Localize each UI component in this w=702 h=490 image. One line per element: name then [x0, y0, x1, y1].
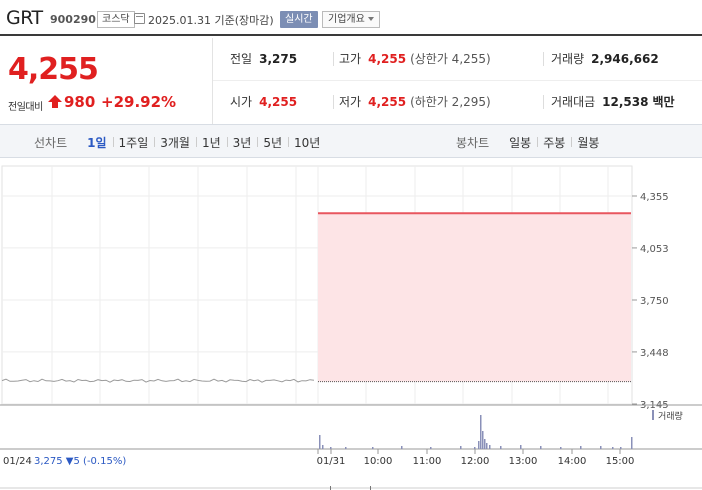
y-tick-label-2: 3,750: [640, 296, 669, 307]
volume-bar-22: [620, 447, 622, 449]
volume-bar-19: [580, 446, 582, 449]
market-badge: 코스닥: [97, 11, 135, 28]
price-up-icon: [48, 95, 62, 108]
volume-bar-16: [520, 445, 522, 449]
prev-day-line: [1, 378, 315, 383]
tab-line-period-3[interactable]: 1년: [195, 134, 227, 151]
volume-bar-7: [460, 446, 462, 449]
volume-bar-18: [560, 447, 562, 449]
tab-candle-period-1[interactable]: 주봉: [537, 134, 571, 151]
x-tick-label-3: 12:00: [461, 456, 490, 467]
volume-bar-4: [372, 447, 374, 449]
tab-line-period-6[interactable]: 10년: [288, 134, 326, 151]
tab-candle-period-2[interactable]: 월봉: [571, 134, 605, 151]
prev-day-date: 01/24: [3, 456, 32, 467]
y-tick-label-3: 3,448: [640, 348, 669, 359]
current-price: 4,255: [8, 52, 99, 87]
company-info-label: 기업개요: [328, 14, 365, 25]
x-tick-label-6: 15:00: [606, 456, 635, 467]
volume-legend-swatch: [652, 410, 654, 420]
company-info-dropdown[interactable]: 기업개요: [322, 11, 380, 28]
price-stats: 전일 3,275 고가 4,255 (상한가 4,255) 거래량 2,946,662 …: [212, 38, 702, 124]
tab-line-period-4[interactable]: 3년: [226, 134, 258, 151]
diff-label: 전일대비: [8, 102, 43, 113]
calendar-icon: [134, 13, 145, 24]
volume-bar-20: [600, 446, 602, 449]
scroll-marker-2: [370, 486, 371, 490]
stat-high: 고가 4,255 (상한가 4,255): [339, 52, 491, 66]
tab-line-period-1[interactable]: 1주일: [112, 134, 155, 151]
volume-bar-12: [484, 439, 486, 449]
volume-bar-8: [474, 447, 476, 449]
diff-percent: +29.92%: [101, 93, 177, 111]
stat-volume: 거래량 2,946,662: [551, 52, 659, 66]
volume-bar-1: [322, 445, 324, 449]
stat-open: 시가 4,255: [230, 95, 298, 109]
x-tick-label-4: 13:00: [509, 456, 538, 467]
stat-low: 저가 4,255 (하한가 2,295): [339, 95, 491, 109]
volume-bar-9: [478, 441, 480, 449]
volume-bar-17: [540, 446, 542, 449]
line-chart-title: 선차트: [34, 135, 68, 150]
tab-line-period-0[interactable]: 1일: [81, 134, 112, 151]
volume-bar-14: [489, 445, 491, 449]
candle-chart-title: 봉차트: [456, 135, 490, 150]
stock-code: 900290: [50, 13, 96, 26]
volume-bar-10: [480, 415, 482, 449]
intraday-chart: 4,355 4,053 3,750 3,448 3,145 거래량 01/31 10:00 11…: [0, 158, 702, 490]
today-area-fill: [318, 213, 631, 382]
volume-bar-23: [631, 437, 633, 449]
stock-name: GRT: [6, 7, 43, 29]
prev-close-caption: 3,275 ▼5 (-0.15%): [34, 456, 126, 467]
price-summary: 4,255 전일대비 980 +29.92%: [0, 38, 212, 124]
reference-date: 2025.01.31 기준(장마감): [148, 14, 274, 27]
volume-legend-label: 거래량: [658, 410, 683, 422]
price-chart-svg: 4,3554,0533,7503,4483,145거래량01/31 10:00 11…: [0, 165, 702, 490]
volume-bar-2: [330, 447, 332, 449]
volume-bar-6: [430, 447, 432, 449]
tab-line-period-2[interactable]: 3개월: [154, 134, 196, 151]
x-tick-label-1: 10:00: [364, 456, 393, 467]
volume-bar-15: [500, 446, 502, 449]
x-tick-label-0: 01/31: [317, 456, 346, 467]
tab-candle-period-0[interactable]: 일봉: [503, 134, 537, 151]
volume-bar-21: [612, 447, 614, 449]
volume-bar-3: [345, 447, 347, 449]
volume-bar-13: [486, 443, 488, 449]
scroll-marker-1: [330, 486, 331, 490]
chart-period-tabs: 선차트 1일 1주일 3개월 1년 3년 5년 10년 봉차트 일봉 주봉 월봉: [0, 124, 702, 158]
tab-line-period-5[interactable]: 5년: [257, 134, 288, 151]
x-tick-label-5: 14:00: [558, 456, 587, 467]
chevron-down-icon: [367, 17, 374, 21]
volume-bar-11: [482, 431, 484, 449]
stat-amount: 거래대금 12,538 백만: [551, 95, 675, 109]
y-tick-label-0: 4,355: [640, 192, 669, 203]
volume-bar-5: [401, 446, 403, 449]
stock-header: GRT 900290 코스닥 2025.01.31 기준(장마감) 실시간 기업…: [0, 0, 702, 36]
stat-prev-close: 전일 3,275: [230, 52, 298, 66]
x-tick-label-2: 11:00: [413, 456, 442, 467]
volume-bar-0: [319, 435, 321, 449]
y-tick-label-1: 4,053: [640, 244, 669, 255]
diff-value: 980: [64, 93, 96, 111]
realtime-button[interactable]: 실시간: [280, 11, 318, 28]
